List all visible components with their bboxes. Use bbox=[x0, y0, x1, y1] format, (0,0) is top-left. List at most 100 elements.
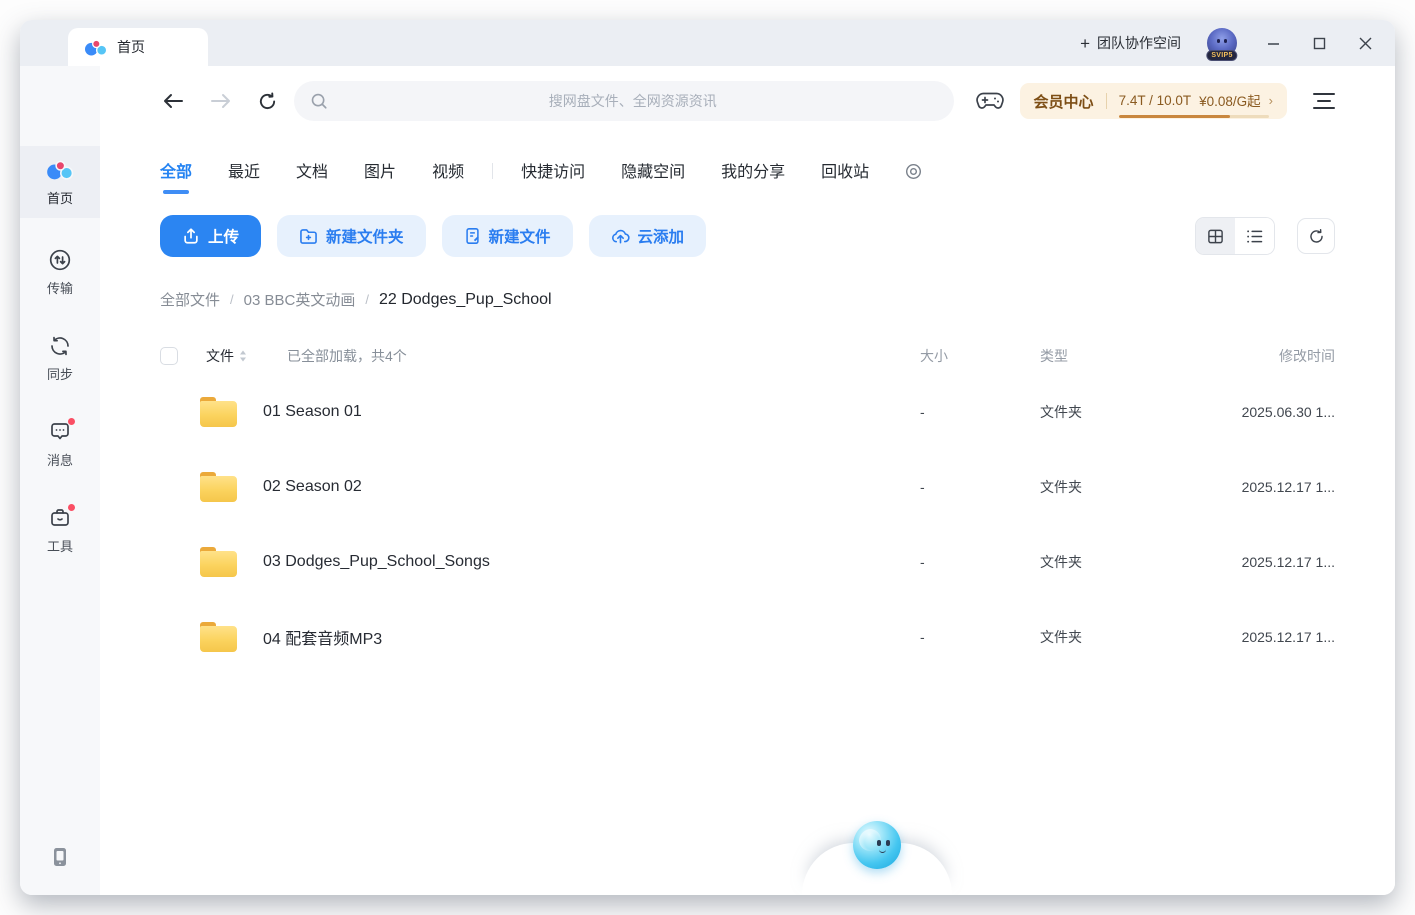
column-modified[interactable]: 修改时间 bbox=[1190, 346, 1335, 366]
file-type: 文件夹 bbox=[1040, 477, 1190, 497]
column-type[interactable]: 类型 bbox=[1040, 346, 1190, 366]
tab-my-shares[interactable]: 我的分享 bbox=[721, 158, 785, 194]
file-size: - bbox=[920, 404, 1040, 420]
maximize-icon bbox=[1313, 37, 1326, 50]
folder-icon bbox=[200, 547, 237, 577]
file-row[interactable]: 01 Season 01 - 文件夹 2025.06.30 1... bbox=[160, 374, 1335, 449]
tab-pictures[interactable]: 图片 bbox=[364, 158, 396, 194]
list-view-icon bbox=[1246, 229, 1263, 244]
file-size: - bbox=[920, 554, 1040, 570]
forward-button[interactable] bbox=[208, 93, 234, 109]
search-bar[interactable] bbox=[294, 81, 954, 121]
sort-by-name[interactable]: 文件 bbox=[206, 346, 247, 366]
list-view-button[interactable] bbox=[1235, 218, 1274, 254]
member-center-label: 会员中心 bbox=[1034, 91, 1094, 112]
file-name: 01 Season 01 bbox=[263, 403, 362, 421]
file-type: 文件夹 bbox=[1040, 402, 1190, 422]
view-toggle bbox=[1195, 217, 1275, 255]
notification-dot bbox=[67, 503, 76, 512]
team-space-button[interactable]: + 团队协作空间 bbox=[1080, 33, 1181, 53]
sort-icon bbox=[239, 350, 247, 362]
breadcrumb-parent[interactable]: 03 BBC英文动画 bbox=[244, 289, 356, 310]
upload-icon bbox=[182, 227, 200, 245]
folder-icon bbox=[200, 397, 237, 427]
avatar[interactable]: SVIP5 bbox=[1207, 28, 1237, 58]
storage-usage: 7.4T / 10.0T ¥0.08/G起 › bbox=[1119, 90, 1273, 112]
message-icon bbox=[46, 419, 74, 445]
sidebar-item-sync[interactable]: 同步 bbox=[20, 326, 100, 390]
storage-price-text: ¥0.08/G起 bbox=[1199, 90, 1261, 110]
sidebar-item-transfer[interactable]: 传输 bbox=[20, 240, 100, 304]
menu-button[interactable] bbox=[1313, 93, 1335, 109]
games-button[interactable] bbox=[976, 91, 1004, 111]
tab-home-label: 首页 bbox=[117, 37, 145, 57]
reload-icon bbox=[258, 92, 277, 111]
main-content: 会员中心 7.4T / 10.0T ¥0.08/G起 › 全部 最近 文档 图片 bbox=[100, 66, 1395, 895]
tabs-divider bbox=[492, 163, 493, 179]
minimize-button[interactable] bbox=[1263, 33, 1283, 53]
cloud-add-button[interactable]: 云添加 bbox=[589, 215, 707, 257]
sidebar-item-label: 同步 bbox=[47, 364, 73, 383]
close-icon bbox=[1359, 37, 1372, 50]
plus-icon: + bbox=[1080, 35, 1090, 52]
refresh-list-button[interactable] bbox=[1297, 218, 1335, 254]
breadcrumb-root[interactable]: 全部文件 bbox=[160, 289, 220, 310]
tab-home[interactable]: 首页 bbox=[68, 28, 208, 66]
titlebar: 首页 + 团队协作空间 SVIP5 bbox=[20, 20, 1395, 66]
tools-icon bbox=[46, 505, 74, 531]
tab-recycle-bin[interactable]: 回收站 bbox=[821, 158, 869, 194]
tab-documents[interactable]: 文档 bbox=[296, 158, 328, 194]
new-folder-icon bbox=[299, 228, 318, 245]
upload-button[interactable]: 上传 bbox=[160, 215, 261, 257]
breadcrumb: 全部文件 / 03 BBC英文动画 / 22 Dodges_Pup_School bbox=[160, 289, 1335, 310]
maximize-button[interactable] bbox=[1309, 33, 1329, 53]
new-folder-button[interactable]: 新建文件夹 bbox=[277, 215, 426, 257]
target-circle-icon bbox=[905, 163, 922, 180]
file-modified: 2025.12.17 1... bbox=[1190, 554, 1335, 570]
column-size[interactable]: 大小 bbox=[920, 346, 1040, 366]
storage-usage-text: 7.4T / 10.0T bbox=[1119, 93, 1192, 108]
sidebar-item-home[interactable]: 首页 bbox=[20, 146, 100, 218]
cloud-add-icon bbox=[611, 227, 630, 246]
notification-dot bbox=[67, 417, 76, 426]
browser-toolbar: 会员中心 7.4T / 10.0T ¥0.08/G起 › bbox=[160, 81, 1335, 121]
assistant-mascot[interactable] bbox=[802, 833, 952, 895]
category-tabs: 全部 最近 文档 图片 视频 快捷访问 隐藏空间 我的分享 回收站 bbox=[160, 153, 1335, 199]
sidebar-item-tools[interactable]: 工具 bbox=[20, 498, 100, 562]
app-window: 首页 + 团队协作空间 SVIP5 bbox=[20, 20, 1395, 895]
svip-badge: SVIP5 bbox=[1206, 50, 1237, 61]
tab-videos[interactable]: 视频 bbox=[432, 158, 464, 194]
reload-button[interactable] bbox=[254, 92, 280, 111]
breadcrumb-current: 22 Dodges_Pup_School bbox=[379, 291, 552, 309]
member-center-button[interactable]: 会员中心 7.4T / 10.0T ¥0.08/G起 › bbox=[1020, 83, 1287, 119]
back-button[interactable] bbox=[160, 93, 186, 109]
sync-icon bbox=[46, 333, 74, 359]
tab-hidden-space[interactable]: 隐藏空间 bbox=[621, 158, 685, 194]
mascot-ball-icon bbox=[853, 821, 901, 869]
sidebar-item-label: 首页 bbox=[47, 188, 73, 207]
tab-settings-button[interactable] bbox=[905, 163, 922, 180]
mobile-device-button[interactable] bbox=[20, 845, 100, 869]
sidebar-item-label: 传输 bbox=[47, 278, 73, 297]
sidebar: 首页 传输 同步 bbox=[20, 66, 100, 895]
folder-icon bbox=[200, 622, 237, 652]
search-icon bbox=[310, 92, 328, 110]
netdisk-logo-icon bbox=[46, 157, 74, 183]
tab-all[interactable]: 全部 bbox=[160, 158, 192, 194]
file-row[interactable]: 03 Dodges_Pup_School_Songs - 文件夹 2025.12… bbox=[160, 524, 1335, 599]
tab-quick-access[interactable]: 快捷访问 bbox=[521, 158, 585, 194]
storage-progress-bar bbox=[1119, 115, 1269, 118]
new-file-button[interactable]: 新建文件 bbox=[442, 215, 573, 257]
chevron-right-icon: › bbox=[1269, 93, 1273, 108]
gamepad-icon bbox=[976, 91, 1004, 111]
close-button[interactable] bbox=[1355, 33, 1375, 53]
file-row[interactable]: 04 配套音频MP3 - 文件夹 2025.12.17 1... bbox=[160, 599, 1335, 674]
grid-view-button[interactable] bbox=[1196, 218, 1235, 254]
file-row[interactable]: 02 Season 02 - 文件夹 2025.12.17 1... bbox=[160, 449, 1335, 524]
tab-recent[interactable]: 最近 bbox=[228, 158, 260, 194]
file-size: - bbox=[920, 629, 1040, 645]
search-input[interactable] bbox=[328, 93, 938, 109]
sidebar-item-label: 工具 bbox=[47, 536, 73, 555]
select-all-checkbox[interactable] bbox=[160, 347, 178, 365]
sidebar-item-messages[interactable]: 消息 bbox=[20, 412, 100, 476]
